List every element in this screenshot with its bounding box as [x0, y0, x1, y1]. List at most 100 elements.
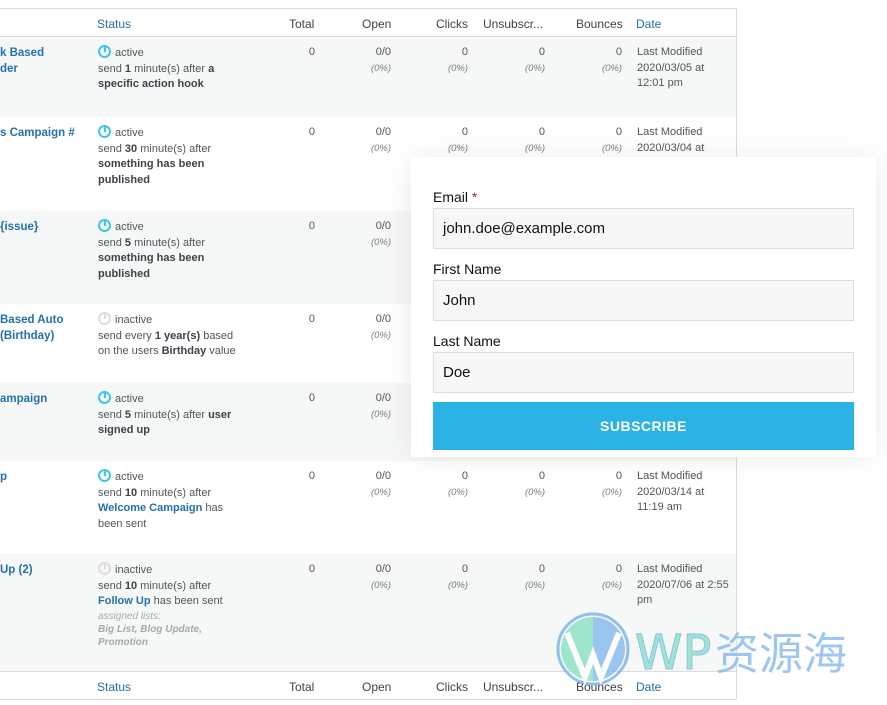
status-desc-part: send [98, 142, 125, 155]
status-desc-part: something has been published [98, 158, 205, 186]
status-cell: active send 10 minute(s) after Welcome Ca… [98, 469, 248, 532]
bounces-cell: 0 (0%) [601, 126, 622, 154]
svg-text:资源海: 资源海 [715, 629, 847, 680]
clicks-cell: 0 (0%) [447, 563, 468, 591]
open-cell: 0/0 (0%) [370, 392, 391, 420]
status-desc-part: 30 [124, 142, 138, 155]
status-cell: inactive send 10 minute(s) after Follow U… [98, 562, 248, 649]
unsub-cell: 0 (0%) [524, 563, 545, 591]
status-desc-part: 10 [124, 579, 138, 592]
status-text: active [115, 393, 144, 405]
status-desc-part: send [98, 236, 125, 249]
status-desc-part: minute(s) after [131, 236, 206, 249]
campaign-name-link[interactable]: Up (2) [0, 562, 90, 578]
status-desc-part: send [98, 486, 125, 499]
total-cell: 0 [308, 470, 315, 482]
open-cell: 0/0 (0%) [370, 563, 391, 591]
status-desc-part[interactable]: Follow Up [98, 595, 151, 607]
svg-text:WP: WP [635, 625, 711, 681]
campaign-name-link[interactable]: k Based der [0, 45, 90, 77]
status-desc-part: 1 year(s) [154, 329, 201, 342]
unsub-cell: 0 (0%) [524, 46, 545, 74]
bounces-cell: 0 (0%) [601, 563, 622, 591]
email-field[interactable]: john.doe@example.com [433, 208, 854, 249]
first-name-field[interactable]: John [433, 280, 854, 321]
total-cell: 0 [308, 46, 315, 58]
status-desc-part[interactable]: Welcome Campaign [98, 502, 202, 514]
total-cell: 0 [308, 126, 315, 138]
col-date[interactable]: Date [636, 17, 661, 31]
status-desc-part: value [206, 345, 236, 357]
power-icon[interactable] [98, 312, 111, 325]
col-open: Open [362, 17, 392, 31]
first-name-label: First Name [433, 261, 502, 277]
status-desc-part: send [98, 579, 125, 592]
col-status[interactable]: Status [97, 680, 131, 694]
campaign-name-link[interactable]: {issue} [0, 219, 90, 235]
date-cell: Last Modified 2020/07/06 at 2:55 pm [637, 563, 729, 606]
open-cell: 0/0 (0%) [370, 220, 391, 248]
power-icon[interactable] [98, 45, 111, 58]
last-name-field[interactable]: Doe [433, 352, 854, 393]
status-desc-part: minute(s) after [137, 486, 212, 499]
unsub-cell: 0 (0%) [524, 470, 545, 498]
date-cell: Last Modified 2020/03/04 at [637, 126, 705, 154]
power-icon[interactable] [98, 219, 111, 232]
power-icon[interactable] [98, 562, 111, 575]
status-text: active [115, 221, 144, 233]
total-cell: 0 [308, 563, 315, 575]
bounces-cell: 0 (0%) [601, 470, 622, 498]
power-icon[interactable] [98, 469, 111, 482]
status-desc-part: something has been published [98, 252, 205, 280]
open-cell: 0/0 (0%) [370, 126, 391, 154]
campaign-name-link[interactable]: s Campaign # [0, 125, 90, 141]
status-desc-part: Birthday [161, 345, 207, 357]
table-row: p active send 10 minute(s) after Welcome … [0, 461, 736, 554]
col-total: Total [289, 17, 315, 31]
bounces-cell: 0 (0%) [601, 46, 622, 74]
subscribe-form: Email * john.doe@example.com First Name … [411, 157, 876, 457]
col-unsub: Unsubscr... [483, 17, 544, 31]
campaign-name-link[interactable]: Based Auto (Birthday) [0, 312, 90, 344]
status-text: inactive [115, 314, 153, 326]
col-clicks: Clicks [436, 680, 468, 694]
power-icon[interactable] [98, 125, 111, 138]
col-bounces: Bounces [576, 17, 623, 31]
watermark-logo: WP 资源海 [555, 611, 875, 696]
email-label: Email * [433, 189, 478, 205]
status-cell: active send 5 minute(s) after user signed… [98, 391, 248, 439]
status-cell: active send 5 minute(s) after something h… [98, 219, 248, 282]
status-cell: active send 1 minute(s) after a specific … [98, 45, 248, 93]
status-desc-part: minute(s) after [131, 408, 209, 421]
total-cell: 0 [308, 392, 315, 404]
campaign-name-link[interactable]: ampaign [0, 391, 90, 407]
date-cell: Last Modified 2020/03/14 at 11:19 am [637, 470, 705, 513]
required-mark: * [471, 189, 478, 205]
status-text: inactive [115, 564, 153, 576]
last-name-label: Last Name [433, 333, 501, 349]
clicks-cell: 0 (0%) [447, 126, 468, 154]
col-clicks: Clicks [436, 17, 468, 31]
status-desc-part: send every [98, 329, 155, 342]
status-desc-part: has been sent [150, 595, 223, 607]
open-cell: 0/0 (0%) [370, 313, 391, 341]
col-open: Open [362, 680, 392, 694]
power-icon[interactable] [98, 391, 111, 404]
status-cell: inactive send every 1 year(s) based on th… [98, 312, 248, 360]
status-text: active [115, 47, 144, 59]
total-cell: 0 [308, 220, 315, 232]
open-cell: 0/0 (0%) [370, 470, 391, 498]
clicks-cell: 0 (0%) [447, 46, 468, 74]
table-header: Status Total Open Clicks Unsubscr... Bou… [0, 9, 736, 37]
status-desc-part: send [98, 408, 125, 421]
subscribe-button[interactable]: SUBSCRIBE [433, 402, 854, 450]
col-total: Total [289, 680, 315, 694]
lists-label: assigned lists: [98, 610, 161, 622]
assigned-lists: Big List, Blog Update, Promotion [98, 623, 202, 648]
status-desc-part: send [98, 62, 125, 75]
status-desc-part: minute(s) after [137, 142, 212, 155]
status-desc-part: minute(s) after [131, 62, 209, 75]
col-status[interactable]: Status [97, 17, 131, 31]
campaign-name-link[interactable]: p [0, 469, 90, 485]
total-cell: 0 [308, 313, 315, 325]
